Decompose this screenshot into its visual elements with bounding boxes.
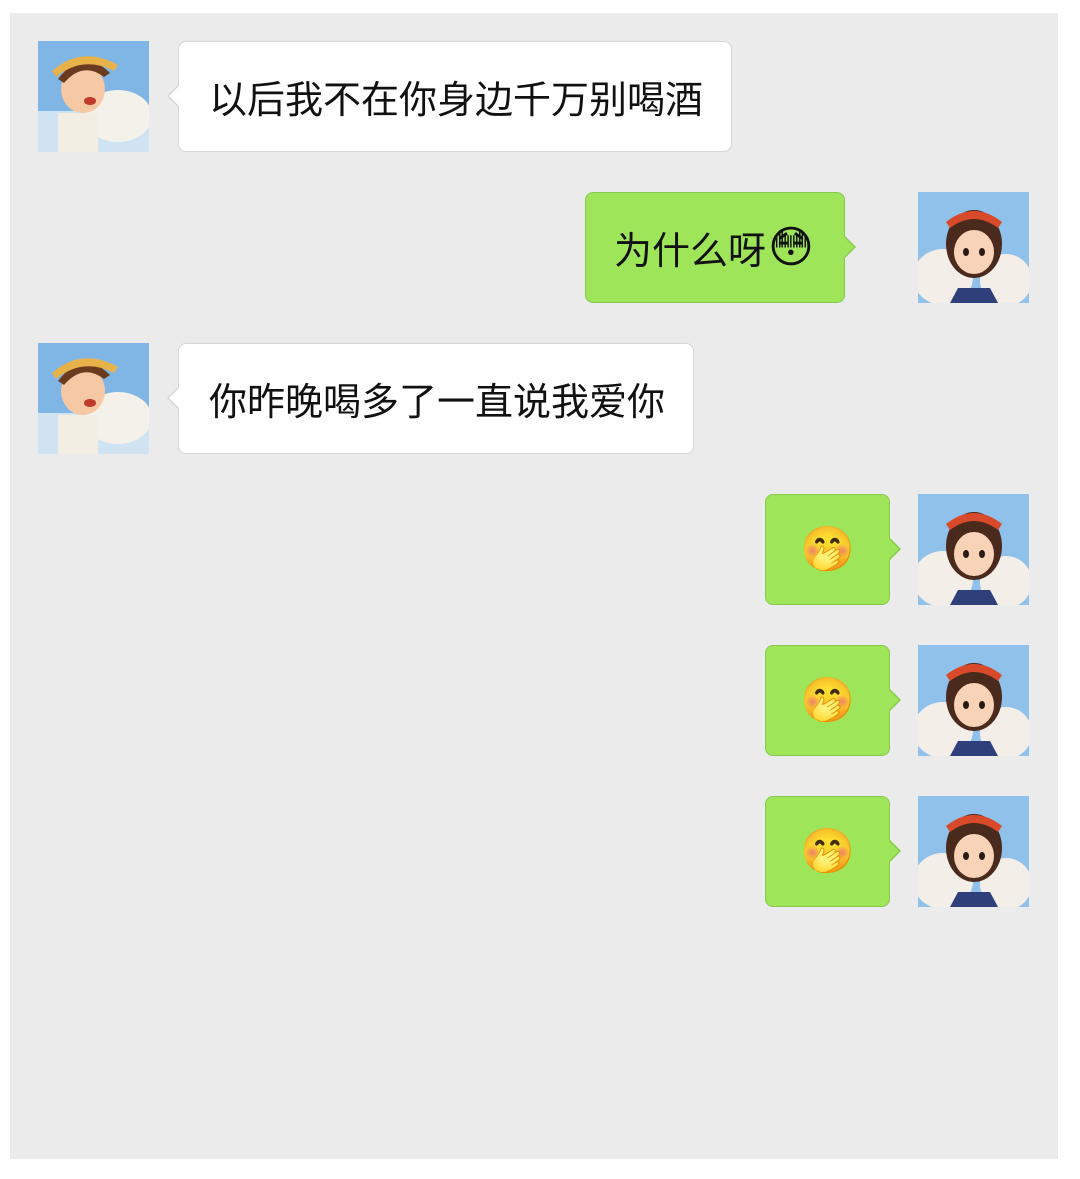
chat-area[interactable]: 以后我不在你身边千万别喝酒 为什么呀 😳 你昨晚喝多了一直说我爱你 🤭 🤭 🤭 <box>10 13 1058 1159</box>
laughing-crying-emoji-icon: 🤭 <box>800 825 855 877</box>
laughing-crying-emoji-icon: 🤭 <box>800 523 855 575</box>
user-avatar[interactable] <box>918 494 1029 605</box>
message-text: 你昨晚喝多了一直说我爱你 <box>209 380 666 424</box>
message-bubble-sent[interactable]: 🤭 <box>765 645 901 756</box>
message-bubble-sent[interactable]: 🤭 <box>765 796 901 907</box>
message-bubble-sent[interactable]: 为什么呀 😳 <box>585 192 856 303</box>
message-text: 为什么呀 <box>614 229 767 273</box>
flushed-face-emoji-icon: 😳 <box>768 221 814 273</box>
user-avatar[interactable] <box>918 192 1029 303</box>
contact-avatar[interactable] <box>38 343 149 454</box>
message-bubble-received[interactable]: 你昨晚喝多了一直说我爱你 <box>166 343 695 454</box>
contact-avatar[interactable] <box>38 41 149 152</box>
laughing-crying-emoji-icon: 🤭 <box>800 674 855 726</box>
message-text: 以后我不在你身边千万别喝酒 <box>209 78 704 122</box>
message-bubble-sent[interactable]: 🤭 <box>765 494 901 605</box>
user-avatar[interactable] <box>918 796 1029 907</box>
user-avatar[interactable] <box>918 645 1029 756</box>
message-bubble-received[interactable]: 以后我不在你身边千万别喝酒 <box>166 41 733 152</box>
